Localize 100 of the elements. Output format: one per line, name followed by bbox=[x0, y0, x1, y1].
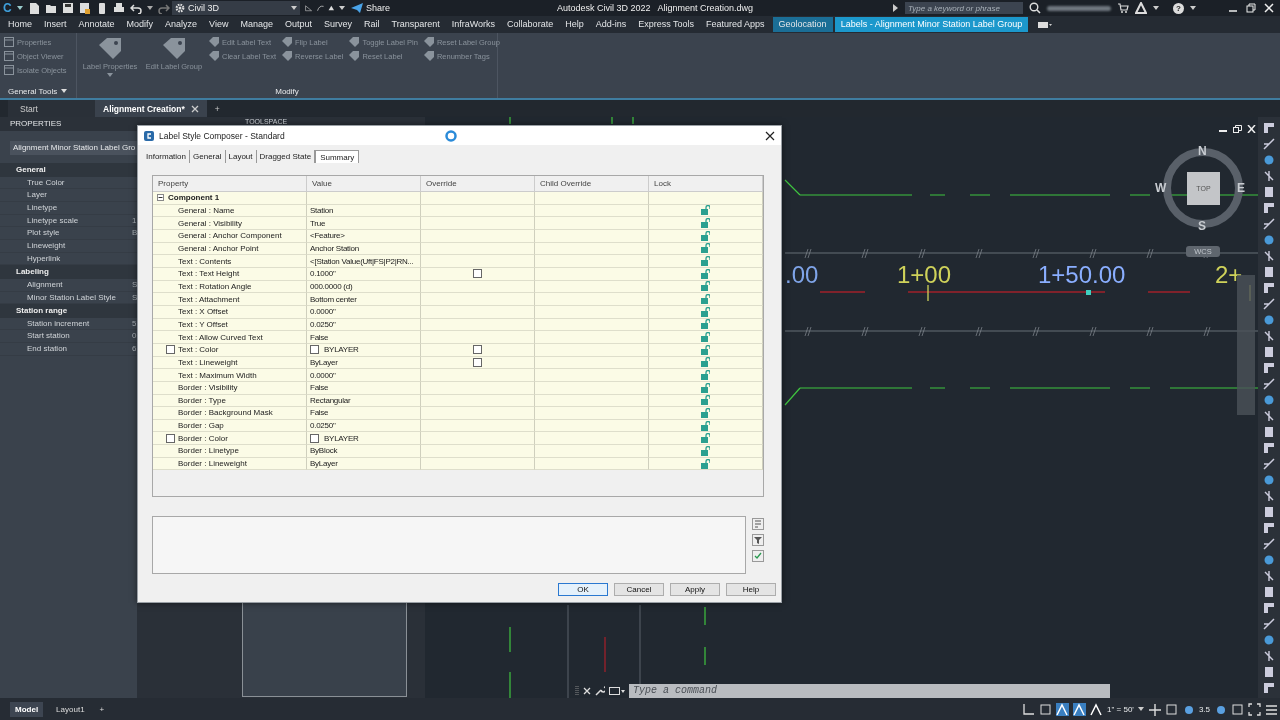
tool-icon[interactable] bbox=[1262, 505, 1276, 519]
tool-icon[interactable] bbox=[1262, 153, 1276, 167]
open-lock-icon[interactable] bbox=[701, 243, 710, 254]
tool-icon[interactable] bbox=[1262, 249, 1276, 263]
grip-icon[interactable] bbox=[575, 685, 579, 696]
ribbon-tab[interactable]: Add-ins bbox=[589, 17, 633, 32]
open-lock-icon[interactable] bbox=[701, 281, 710, 292]
restore-icon[interactable] bbox=[1233, 125, 1242, 133]
column-header[interactable]: Value bbox=[307, 176, 421, 191]
open-lock-icon[interactable] bbox=[701, 230, 710, 241]
ribbon-tab[interactable]: Geolocation bbox=[772, 17, 833, 32]
open-lock-icon[interactable] bbox=[701, 433, 710, 444]
tool-icon[interactable] bbox=[1262, 425, 1276, 439]
compass-letter[interactable]: W bbox=[1155, 182, 1167, 194]
ribbon-tab[interactable]: Analyze bbox=[159, 17, 204, 32]
tool-icon[interactable] bbox=[1262, 185, 1276, 199]
measure-icon[interactable] bbox=[305, 2, 313, 14]
model-tab[interactable]: Model bbox=[10, 701, 44, 717]
restore-icon[interactable] bbox=[1246, 3, 1256, 13]
open-lock-icon[interactable] bbox=[701, 420, 710, 431]
ribbon-tab[interactable]: Help bbox=[559, 17, 590, 32]
tool-icon[interactable] bbox=[1262, 489, 1276, 503]
dialog-tab[interactable]: Information bbox=[143, 150, 191, 163]
caret-icon[interactable] bbox=[61, 89, 68, 93]
tool-icon[interactable] bbox=[1262, 633, 1276, 647]
ribbon-tab[interactable]: View bbox=[203, 17, 235, 32]
tool-icon[interactable] bbox=[1262, 649, 1276, 663]
ribbon-tab[interactable]: Featured Apps bbox=[700, 17, 771, 32]
open-lock-icon[interactable] bbox=[701, 306, 710, 317]
save-icon[interactable] bbox=[61, 2, 74, 14]
tool-icon[interactable] bbox=[1262, 137, 1276, 151]
open-lock-icon[interactable] bbox=[701, 370, 710, 380]
crosshair-icon[interactable] bbox=[1147, 702, 1161, 716]
tool-icon[interactable] bbox=[1262, 601, 1276, 615]
open-lock-icon[interactable] bbox=[701, 344, 710, 355]
workspace-dropdown[interactable]: Civil 3D bbox=[172, 1, 300, 15]
caret-icon[interactable] bbox=[1137, 707, 1144, 711]
tool-icon[interactable] bbox=[1262, 553, 1276, 567]
tool-icon[interactable] bbox=[1262, 393, 1276, 407]
open-lock-icon[interactable] bbox=[701, 268, 710, 279]
tool-icon[interactable] bbox=[1262, 281, 1276, 295]
tool-icon[interactable] bbox=[1262, 169, 1276, 183]
ribbon-tab[interactable]: Collaborate bbox=[501, 17, 560, 32]
section-header[interactable]: General bbox=[0, 163, 137, 177]
checkbox[interactable] bbox=[166, 433, 175, 443]
open-lock-icon[interactable] bbox=[701, 256, 710, 267]
open-lock-icon[interactable] bbox=[701, 218, 710, 229]
tool-icon[interactable] bbox=[1262, 217, 1276, 231]
ribbon-tab[interactable]: Annotate bbox=[72, 17, 121, 32]
open-folder-icon[interactable] bbox=[44, 2, 57, 14]
dialog-button[interactable]: Cancel bbox=[614, 583, 664, 596]
tool-icon[interactable] bbox=[1262, 441, 1276, 455]
layout-tab[interactable]: Layout1 bbox=[51, 701, 90, 717]
tool-icon[interactable] bbox=[1262, 361, 1276, 375]
checkbox[interactable] bbox=[473, 345, 482, 355]
open-lock-icon[interactable] bbox=[701, 205, 710, 216]
fullscreen-icon[interactable] bbox=[1248, 702, 1261, 716]
ribbon-tab[interactable]: Insert bbox=[38, 17, 73, 32]
checkbox[interactable] bbox=[473, 357, 482, 367]
ribbon-tab[interactable]: Home bbox=[2, 17, 38, 32]
selection-dropdown[interactable]: Alignment Minor Station Label Gro bbox=[10, 141, 137, 155]
dialog-tab[interactable]: Layout bbox=[225, 150, 257, 163]
column-header[interactable]: Property bbox=[153, 176, 307, 191]
tool-icon[interactable] bbox=[1262, 121, 1276, 135]
column-header[interactable]: Lock bbox=[649, 176, 763, 191]
tool-icon[interactable] bbox=[1262, 457, 1276, 471]
annotation-scale[interactable]: 3.5 bbox=[1198, 704, 1210, 714]
dialog-button[interactable]: Apply bbox=[670, 583, 720, 596]
ribbon-tab[interactable]: Output bbox=[279, 17, 319, 32]
open-lock-icon[interactable] bbox=[701, 445, 710, 456]
keyboard-icon[interactable] bbox=[1038, 20, 1053, 29]
new-tab-button[interactable]: + bbox=[206, 100, 228, 117]
tool-icon[interactable] bbox=[1262, 569, 1276, 583]
compass-letter[interactable]: S bbox=[1198, 220, 1206, 232]
save-as-icon[interactable] bbox=[78, 2, 91, 14]
scale-dropdown[interactable]: 1" = 50' bbox=[1107, 704, 1134, 714]
annotation-icon[interactable] bbox=[1090, 702, 1104, 716]
ribbon-tab[interactable]: Manage bbox=[234, 17, 279, 32]
open-lock-icon[interactable] bbox=[701, 408, 710, 418]
wrench-icon[interactable] bbox=[595, 685, 605, 696]
tool-icon[interactable] bbox=[1262, 345, 1276, 359]
grid-icon[interactable] bbox=[1231, 702, 1244, 716]
checklist-icon[interactable] bbox=[752, 550, 764, 562]
snap-icon[interactable] bbox=[1022, 702, 1036, 716]
help-button[interactable]: ? bbox=[1173, 2, 1184, 14]
ribbon-tab[interactable]: Modify bbox=[120, 17, 160, 32]
new-file-icon[interactable] bbox=[27, 2, 40, 14]
tool-icon[interactable] bbox=[1262, 377, 1276, 391]
panel-title[interactable]: General Tools bbox=[0, 84, 76, 98]
open-lock-icon[interactable] bbox=[701, 395, 710, 406]
document-tab[interactable]: Alignment Creation* bbox=[95, 100, 207, 117]
expand-arrow-icon[interactable] bbox=[893, 4, 899, 12]
section-header[interactable]: Station range bbox=[0, 304, 137, 318]
command-field[interactable]: Type a command bbox=[629, 683, 1110, 698]
dialog-button[interactable]: Help bbox=[726, 583, 776, 596]
annotation-icon[interactable] bbox=[1056, 702, 1070, 716]
compass-letter[interactable]: E bbox=[1237, 182, 1245, 194]
caret-icon[interactable] bbox=[291, 6, 297, 10]
annotation-icon[interactable] bbox=[1073, 702, 1087, 716]
compass-letter[interactable]: N bbox=[1198, 145, 1207, 157]
